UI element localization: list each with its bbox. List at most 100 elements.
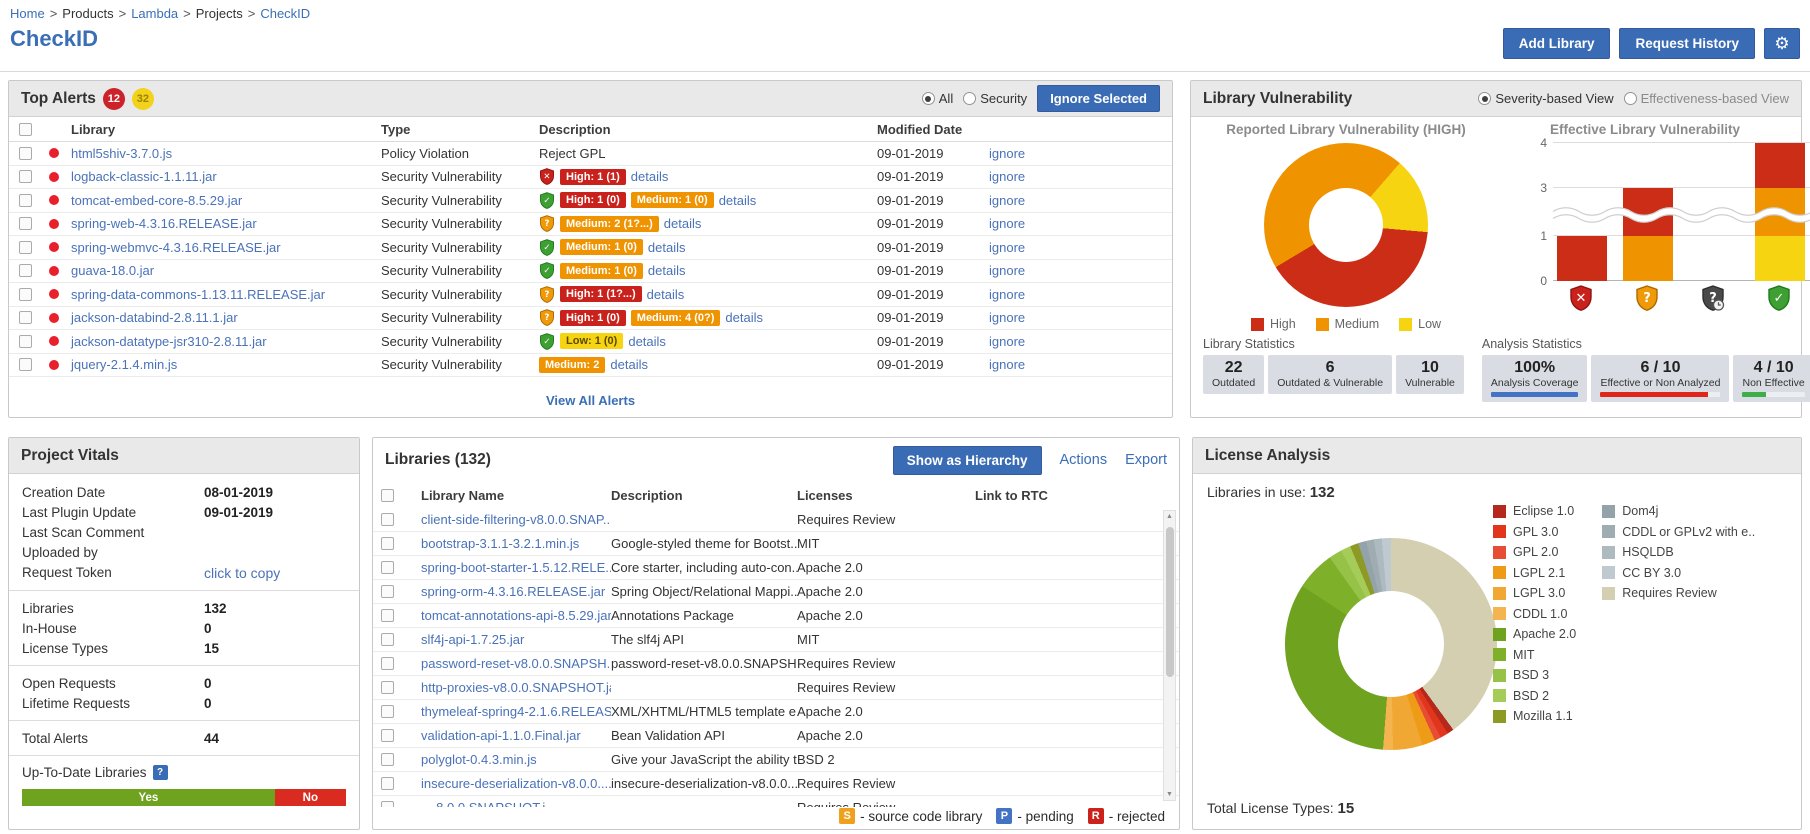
ignore-link[interactable]: ignore [989,193,1172,208]
ignore-selected-button[interactable]: Ignore Selected [1037,85,1160,112]
library-name-link[interactable]: ...-8.0.0.SNAPSHOT.j... [421,800,556,807]
row-checkbox[interactable] [19,358,32,371]
row-checkbox[interactable] [19,311,32,324]
row-checkbox[interactable] [381,513,394,526]
view-all-alerts-link[interactable]: View All Alerts [546,393,635,408]
library-link[interactable]: spring-web-4.3.16.RELEASE.jar [71,216,381,231]
add-library-button[interactable]: Add Library [1503,28,1611,59]
library-link[interactable]: spring-data-commons-1.13.11.RELEASE.jar [71,287,381,302]
scroll-down-icon[interactable]: ▼ [1164,791,1175,798]
row-checkbox[interactable] [19,194,32,207]
library-name-link[interactable]: thymeleaf-spring4-2.1.6.RELEAS... [421,704,611,719]
settings-button[interactable]: ⚙ [1764,28,1800,59]
ignore-link[interactable]: ignore [989,310,1172,325]
select-all-checkbox[interactable] [19,123,32,136]
row-checkbox[interactable] [381,657,394,670]
library-name-link[interactable]: insecure-deserialization-v8.0.0.... [421,776,611,791]
show-as-hierarchy-button[interactable]: Show as Hierarchy [893,446,1042,475]
row-checkbox[interactable] [381,585,394,598]
filter-security-radio[interactable]: Security [963,91,1027,106]
vitals-label: Lifetime Requests [22,696,204,711]
row-checkbox[interactable] [19,147,32,160]
request-token-copy-link[interactable]: click to copy [204,565,346,581]
row-checkbox[interactable] [19,170,32,183]
row-checkbox[interactable] [381,633,394,646]
library-name-link[interactable]: validation-api-1.1.0.Final.jar [421,728,581,743]
library-name-link[interactable]: bootstrap-3.1.1-3.2.1.min.js [421,536,579,551]
library-name-link[interactable]: spring-orm-4.3.16.RELEASE.jar [421,584,605,599]
library-link[interactable]: spring-webmvc-4.3.16.RELEASE.jar [71,240,381,255]
details-link[interactable]: details [648,240,686,255]
severity-badge-high: High: 1 (0) [560,310,626,326]
ignore-link[interactable]: ignore [989,216,1172,231]
row-checkbox[interactable] [381,801,394,807]
library-link[interactable]: logback-classic-1.1.11.jar [71,169,381,184]
ignore-link[interactable]: ignore [989,287,1172,302]
library-link[interactable]: jackson-datatype-jsr310-2.8.11.jar [71,334,381,349]
library-link[interactable]: jackson-databind-2.8.11.1.jar [71,310,381,325]
row-checkbox[interactable] [19,217,32,230]
row-checkbox[interactable] [381,729,394,742]
modified-date: 09-01-2019 [877,146,989,161]
library-name-link[interactable]: spring-boot-starter-1.5.12.RELE... [421,560,611,575]
alert-type: Security Vulnerability [381,240,539,255]
details-link[interactable]: details [610,357,648,372]
details-link[interactable]: details [719,193,757,208]
alert-type: Policy Violation [381,146,539,161]
export-link[interactable]: Export [1125,452,1167,468]
library-link[interactable]: guava-18.0.jar [71,263,381,278]
library-name-link[interactable]: slf4j-api-1.7.25.jar [421,632,524,647]
breadcrumb-item-home[interactable]: Home [10,6,45,21]
row-checkbox[interactable] [381,609,394,622]
vitals-value: 132 [204,601,346,616]
ignore-link[interactable]: ignore [989,357,1172,372]
row-checkbox[interactable] [19,264,32,277]
library-name-link[interactable]: tomcat-annotations-api-8.5.29.jar [421,608,611,623]
row-checkbox[interactable] [381,681,394,694]
select-all-checkbox[interactable] [381,489,394,502]
svg-text:?: ? [545,219,550,229]
ignore-link[interactable]: ignore [989,146,1172,161]
row-checkbox[interactable] [381,705,394,718]
actions-link[interactable]: Actions [1060,452,1108,468]
alert-type: Security Vulnerability [381,334,539,349]
row-checkbox[interactable] [19,288,32,301]
details-link[interactable]: details [648,263,686,278]
vitals-value: 0 [204,696,346,711]
scroll-up-icon[interactable]: ▲ [1164,513,1175,520]
library-name-link[interactable]: http-proxies-v8.0.0.SNAPSHOT.jar [421,680,611,695]
request-history-button[interactable]: Request History [1619,28,1755,59]
license-legend-label: Apache 2.0 [1513,627,1576,641]
library-link[interactable]: jquery-2.1.4.min.js [71,357,381,372]
breadcrumb-item-checkid[interactable]: CheckID [260,6,310,21]
severity-view-radio[interactable]: Severity-based View [1478,91,1613,106]
ignore-link[interactable]: ignore [989,263,1172,278]
ignore-link[interactable]: ignore [989,334,1172,349]
vitals-value [204,545,346,560]
help-icon[interactable]: ? [153,765,168,780]
ignore-link[interactable]: ignore [989,169,1172,184]
details-link[interactable]: details [647,287,685,302]
library-name-link[interactable]: password-reset-v8.0.0.SNAPSH... [421,656,611,671]
details-link[interactable]: details [628,334,666,349]
row-checkbox[interactable] [381,537,394,550]
row-checkbox[interactable] [19,241,32,254]
row-checkbox[interactable] [381,561,394,574]
scrollbar-thumb[interactable] [1166,527,1174,677]
filter-all-radio[interactable]: All [922,91,953,106]
row-checkbox[interactable] [19,335,32,348]
library-link[interactable]: html5shiv-3.7.0.js [71,146,381,161]
libraries-scrollbar[interactable]: ▲ ▼ [1163,510,1176,801]
details-link[interactable]: details [725,310,763,325]
library-name-link[interactable]: polyglot-0.4.3.min.js [421,752,537,767]
breadcrumb-item-lambda[interactable]: Lambda [131,6,178,21]
library-name-link[interactable]: client-side-filtering-v8.0.0.SNAP... [421,512,611,527]
ignore-link[interactable]: ignore [989,240,1172,255]
effectiveness-view-radio[interactable]: Effectiveness-based View [1624,91,1789,106]
row-checkbox[interactable] [381,753,394,766]
details-link[interactable]: details [631,169,669,184]
library-link[interactable]: tomcat-embed-core-8.5.29.jar [71,193,381,208]
details-link[interactable]: details [664,216,702,231]
row-checkbox[interactable] [381,777,394,790]
library-description: Core starter, including auto-con... [611,560,797,575]
